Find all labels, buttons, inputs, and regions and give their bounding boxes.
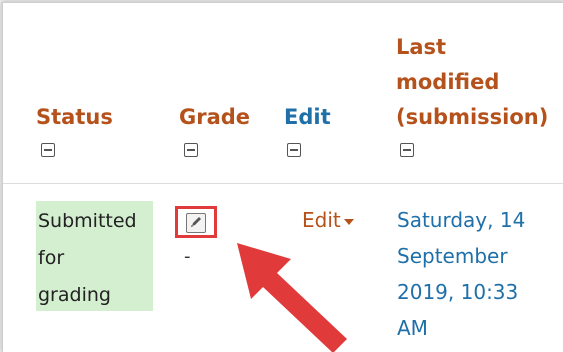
grade-button[interactable] <box>175 206 217 238</box>
red-arrow-icon <box>237 243 347 352</box>
collapse-column-edit-icon[interactable] <box>287 143 301 157</box>
edit-menu-label: Edit <box>302 208 341 232</box>
collapse-column-grade-icon[interactable] <box>184 143 198 157</box>
caret-down-icon <box>343 218 354 225</box>
header-divider <box>3 183 563 184</box>
collapse-column-last-modified-icon[interactable] <box>400 143 414 157</box>
column-header-edit: Edit <box>284 105 331 129</box>
grade-edit-icon <box>186 213 206 233</box>
status-submitted-for-grading: Submitted for grading <box>38 210 137 306</box>
last-modified-date: Saturday, 14 September 2019, 10:33 AM <box>397 208 526 340</box>
grade-value: - <box>184 246 191 267</box>
column-header-grade[interactable]: Grade <box>179 100 250 135</box>
collapse-column-status-icon[interactable] <box>41 143 55 157</box>
column-header-status[interactable]: Status <box>36 100 113 135</box>
column-header-last-modified[interactable]: Last modified (submission) <box>396 30 548 135</box>
submissions-table: Status Grade Edit Last modified (submiss… <box>2 2 563 352</box>
edit-menu-link[interactable]: Edit <box>302 202 354 239</box>
